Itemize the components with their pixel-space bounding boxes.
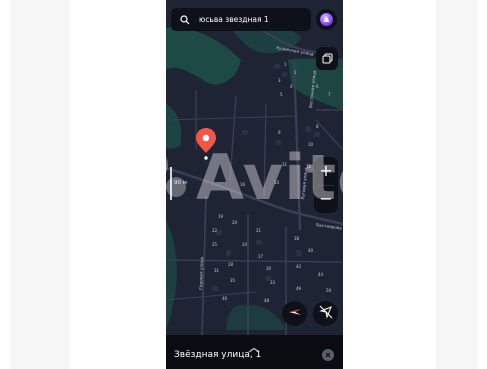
close-icon[interactable]: [322, 349, 334, 361]
house-number: 31: [214, 268, 220, 273]
house-number: 50: [326, 288, 332, 293]
park-area: [166, 27, 241, 85]
house-number: 33: [270, 280, 276, 285]
scale-label: 90 м: [174, 180, 187, 186]
house-number: 10: [308, 142, 314, 147]
house-number: 24: [242, 242, 248, 247]
house-number: 38: [294, 236, 300, 241]
park-area: [226, 304, 286, 330]
search-bar[interactable]: юсьва звездная 1: [171, 8, 311, 31]
house-number: 1: [284, 62, 287, 67]
compass-icon: [288, 304, 302, 323]
road: [315, 119, 343, 151]
house-number: 22: [212, 228, 218, 233]
house-number: 21: [256, 228, 262, 233]
scale-ruler: [170, 167, 172, 200]
alice-icon: [320, 13, 333, 26]
house-number: 35: [230, 278, 236, 283]
search-query[interactable]: юсьва звездная 1: [199, 15, 269, 24]
search-icon[interactable]: [176, 11, 194, 29]
location-pin-icon[interactable]: [194, 127, 218, 161]
alice-assistant-button[interactable]: [316, 9, 337, 30]
zoom-in-button[interactable]: +: [314, 157, 338, 185]
house-number: 8: [316, 124, 319, 129]
house-number: 42: [296, 264, 302, 269]
place-card[interactable]: Звёздная улица, 1: [166, 335, 343, 369]
place-card-title: Звёздная улица, 1: [174, 350, 262, 360]
zoom-control: + −: [314, 157, 338, 213]
street-label: Луговая улица: [300, 167, 308, 200]
house-number: 44: [318, 272, 324, 277]
house-number: 40: [308, 248, 314, 253]
road: [263, 103, 267, 197]
screenshot-frame: Кузнечная улица Восточная улица Луговая …: [0, 0, 487, 369]
house-number: 46: [222, 296, 228, 301]
house-number: 16: [240, 182, 246, 187]
road: [166, 115, 297, 121]
road: [166, 259, 343, 263]
right-background-panel: [436, 0, 478, 369]
house-number: 11: [282, 162, 288, 167]
house-number: 28: [228, 262, 234, 267]
road: [166, 291, 257, 301]
location-off-icon: [318, 304, 333, 323]
compass-button[interactable]: [282, 301, 307, 326]
left-background-panel: [10, 0, 70, 369]
watermark-dot: [112, 169, 138, 195]
house-number: 20: [232, 220, 238, 225]
watermark-dot: [132, 147, 168, 183]
park-area: [166, 104, 182, 149]
location-off-button[interactable]: [313, 301, 338, 326]
house-number: 12: [306, 164, 312, 169]
layers-button[interactable]: [316, 47, 338, 70]
house-number: 3: [278, 78, 281, 83]
house-number: 9: [278, 130, 281, 135]
house-number: 30: [266, 266, 272, 271]
park-area: [166, 220, 177, 330]
house-number: 27: [258, 254, 264, 259]
house-number: 19: [218, 214, 224, 219]
layers-icon: [322, 49, 333, 68]
phone-screen: Кузнечная улица Восточная улица Луговая …: [166, 0, 343, 369]
house-number: 25: [212, 242, 218, 247]
house-number: 5: [280, 92, 283, 97]
zoom-out-button[interactable]: −: [314, 185, 338, 213]
chevron-up-icon[interactable]: [246, 338, 262, 353]
road: [229, 95, 237, 181]
house-number: 48: [264, 298, 270, 303]
house-number: 14: [274, 180, 280, 185]
watermark-dot: [136, 185, 166, 215]
house-number: 49: [296, 286, 302, 291]
